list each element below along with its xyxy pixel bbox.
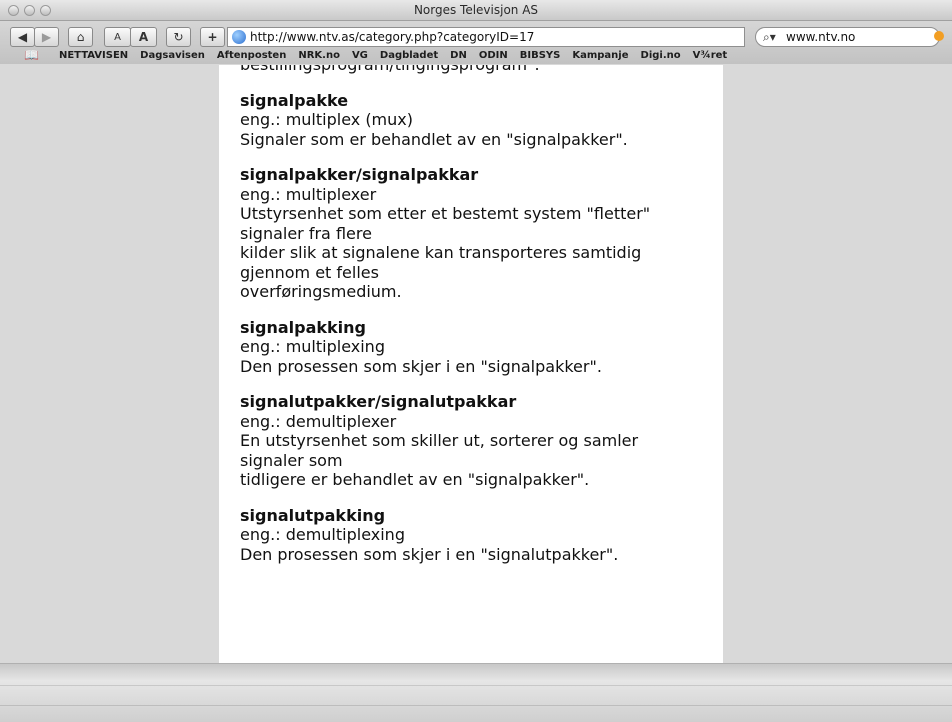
bookmark-item[interactable]: Kampanje: [572, 50, 628, 61]
bookmark-item[interactable]: Digi.no: [641, 50, 681, 61]
smaller-text-button[interactable]: A: [104, 27, 131, 47]
back-arrow-icon: ◀: [17, 30, 28, 44]
add-bookmark-button[interactable]: +: [200, 27, 225, 47]
entry-line: eng.: multiplexer: [240, 184, 377, 204]
home-button[interactable]: ⌂: [68, 27, 93, 47]
bookmark-item[interactable]: Dagbladet: [380, 50, 438, 61]
bookmark-item[interactable]: V¾ret: [693, 50, 728, 61]
entry-line: gjennom et felles: [240, 262, 379, 282]
bookmark-item[interactable]: DN: [450, 50, 467, 61]
search-value[interactable]: www.ntv.no: [786, 30, 855, 44]
web-page-viewport[interactable]: bestillingsprogram/tingingsprogram". sig…: [0, 65, 952, 663]
entry-term: signalpakker/signalpakkar: [240, 165, 479, 184]
entry-line: eng.: demultiplexing: [240, 525, 405, 544]
glossary-entry: signalutpakker/signalutpakkar eng.: demu…: [240, 392, 710, 490]
window-bottom-bar: [0, 663, 952, 722]
forward-arrow-icon: ▶: [41, 30, 52, 44]
bookmarks-bar: 📖 NETTAVISEN Dagsavisen Aftenposten NRK.…: [0, 46, 952, 64]
entry-term: signalutpakker/signalutpakkar: [240, 392, 517, 411]
glossary-list: bestillingsprogram/tingingsprogram". sig…: [240, 65, 710, 580]
content-column: bestillingsprogram/tingingsprogram". sig…: [219, 65, 723, 663]
glossary-entry: signalpakke eng.: multiplex (mux) Signal…: [240, 91, 710, 150]
entry-line: Signaler som er behandlet av en "signalp…: [240, 129, 628, 149]
entry-line: En utstyrsenhet som skiller ut, sorterer…: [240, 431, 639, 450]
entry-line: eng.: multiplexing: [240, 337, 385, 356]
divider: [0, 705, 952, 706]
glossary-entry: signalpakker/signalpakkar eng.: multiple…: [240, 165, 710, 302]
reload-icon: ↻: [173, 30, 184, 44]
bookmark-item[interactable]: BIBSYS: [520, 50, 561, 61]
entry-line: signaler som: [240, 450, 343, 470]
entry-line: Den prosessen som skjer i en "signalutpa…: [240, 544, 619, 564]
entry-line: eng.: multiplex (mux): [240, 110, 413, 129]
window-titlebar: Norges Televisjon AS: [0, 0, 952, 21]
search-field[interactable]: ⌕▾ www.ntv.no: [755, 27, 940, 47]
divider: [0, 663, 952, 664]
bookmark-item[interactable]: ODIN: [479, 50, 508, 61]
window-title: Norges Televisjon AS: [413, 3, 539, 17]
larger-text-button[interactable]: A: [130, 27, 157, 47]
entry-line: kilder slik at signalene kan transporter…: [240, 243, 642, 262]
entry-line: Den prosessen som skjer i en "signalpakk…: [240, 356, 602, 376]
divider: [0, 685, 952, 686]
home-icon: ⌂: [76, 30, 85, 44]
entry-term: signalutpakking: [240, 505, 386, 525]
snapback-icon[interactable]: [934, 31, 944, 41]
glossary-entry: signalpakking eng.: multiplexing Den pro…: [240, 318, 710, 377]
entry-line: overføringsmedium.: [240, 282, 402, 301]
bookmarks-book-icon[interactable]: 📖: [24, 48, 39, 62]
globe-icon: [232, 30, 246, 44]
bookmark-item[interactable]: Aftenposten: [217, 50, 286, 61]
reload-button[interactable]: ↻: [166, 27, 191, 47]
entry-line: tidligere er behandlet av en "signalpakk…: [240, 470, 590, 489]
entry-line: signaler fra flere: [240, 223, 372, 243]
bookmark-item[interactable]: VG: [352, 50, 368, 61]
bookmark-item[interactable]: NRK.no: [298, 50, 340, 61]
partial-entry: bestillingsprogram/tingingsprogram".: [240, 65, 710, 75]
glossary-entry: signalutpakking eng.: demultiplexing Den…: [240, 506, 710, 565]
entry-term: signalpakking: [240, 317, 366, 337]
entry-line: Utstyrsenhet som etter et bestemt system…: [240, 204, 651, 223]
forward-button[interactable]: ▶: [34, 27, 59, 47]
entry-line: eng.: demultiplexer: [240, 411, 397, 431]
bookmark-item[interactable]: NETTAVISEN: [59, 50, 128, 61]
bookmark-item[interactable]: Dagsavisen: [140, 50, 205, 61]
entry-term: signalpakke: [240, 90, 349, 110]
search-icon: ⌕▾: [763, 30, 776, 44]
address-text[interactable]: http://www.ntv.as/category.php?categoryI…: [250, 30, 534, 44]
back-button[interactable]: ◀: [10, 27, 35, 47]
partial-line: bestillingsprogram/tingingsprogram".: [240, 65, 710, 75]
address-bar[interactable]: http://www.ntv.as/category.php?categoryI…: [227, 27, 745, 47]
